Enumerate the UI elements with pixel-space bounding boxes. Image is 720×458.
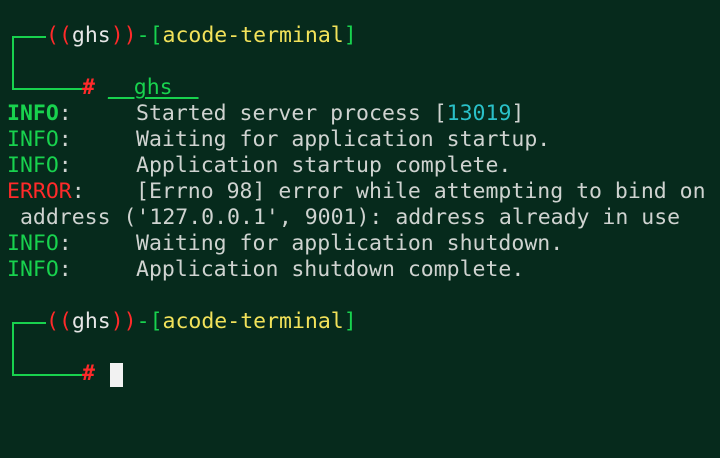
prompt-box-side <box>12 36 14 89</box>
prompt-box-top <box>12 36 46 38</box>
prompt-open-paren: (( <box>46 309 72 334</box>
log-line: INFO: Application shutdown complete. <box>7 257 524 283</box>
prompt-host: acode-terminal <box>162 309 344 334</box>
log-message: Application shutdown complete. <box>136 257 525 282</box>
log-level: INFO <box>7 231 59 256</box>
text-cursor[interactable] <box>110 363 123 387</box>
prompt-lbracket: [ <box>149 23 163 48</box>
log-sep: : <box>58 257 72 282</box>
log-sep: : <box>58 101 72 126</box>
log-sep: : <box>58 127 72 152</box>
terminal-screen[interactable]: ((ghs))-[acode-terminal] # __ghs__ INFO:… <box>0 0 720 458</box>
prompt-dash: - <box>136 309 150 334</box>
prompt-hash: # <box>82 75 95 100</box>
log-line: INFO: Waiting for application shutdown. <box>7 231 563 257</box>
prompt-input-line[interactable]: # <box>82 361 95 387</box>
prompt-box-side <box>12 322 14 375</box>
prompt-box-bottom <box>12 88 82 90</box>
log-message: [Errno 98] error while attempting to bin… <box>136 179 706 204</box>
log-level: ERROR <box>7 179 72 204</box>
log-line: INFO: Waiting for application startup. <box>7 127 550 153</box>
log-pid: 13019 <box>446 101 512 126</box>
log-level: INFO <box>7 257 59 282</box>
prompt-box-bottom <box>12 374 82 376</box>
log-level: INFO <box>7 127 59 152</box>
prompt-close-paren: )) <box>110 309 137 334</box>
prompt-box-top <box>12 322 46 324</box>
log-sep: : <box>71 179 85 204</box>
log-text-tail: ] <box>511 101 525 126</box>
prompt-user: ghs <box>71 23 111 48</box>
prompt-close-paren: )) <box>110 23 137 48</box>
prompt-rbracket: ] <box>343 309 357 334</box>
log-message: Waiting for application startup. <box>136 127 551 152</box>
log-line-error: ERROR: [Errno 98] error while attempting … <box>7 179 706 205</box>
log-message: Started server process [13019] <box>136 101 524 127</box>
prompt-header: ((ghs))-[acode-terminal] <box>46 23 357 49</box>
log-line-continuation: address ('127.0.0.1', 9001): address alr… <box>7 205 680 231</box>
log-sep: : <box>58 231 72 256</box>
log-message: Waiting for application shutdown. <box>136 231 564 256</box>
prompt-lbracket: [ <box>149 309 163 334</box>
log-level: INFO <box>7 101 59 126</box>
prompt-host: acode-terminal <box>162 23 344 48</box>
log-sep: : <box>58 153 72 178</box>
log-text: Started server process [ <box>136 101 447 126</box>
command-text: __ghs__ <box>107 75 199 100</box>
log-line: INFO: Started server process [13019] <box>7 101 524 127</box>
log-line: INFO: Application startup complete. <box>7 153 511 179</box>
prompt-rbracket: ] <box>343 23 357 48</box>
prompt-input-line: # __ghs__ <box>82 75 199 101</box>
log-continuation: address ('127.0.0.1', 9001): address alr… <box>7 205 681 230</box>
prompt-dash: - <box>136 23 150 48</box>
prompt-hash: # <box>82 361 95 386</box>
log-level: INFO <box>7 153 59 178</box>
prompt-user: ghs <box>71 309 111 334</box>
prompt-header: ((ghs))-[acode-terminal] <box>46 309 357 335</box>
prompt-open-paren: (( <box>46 23 72 48</box>
log-message: Application startup complete. <box>136 153 512 178</box>
